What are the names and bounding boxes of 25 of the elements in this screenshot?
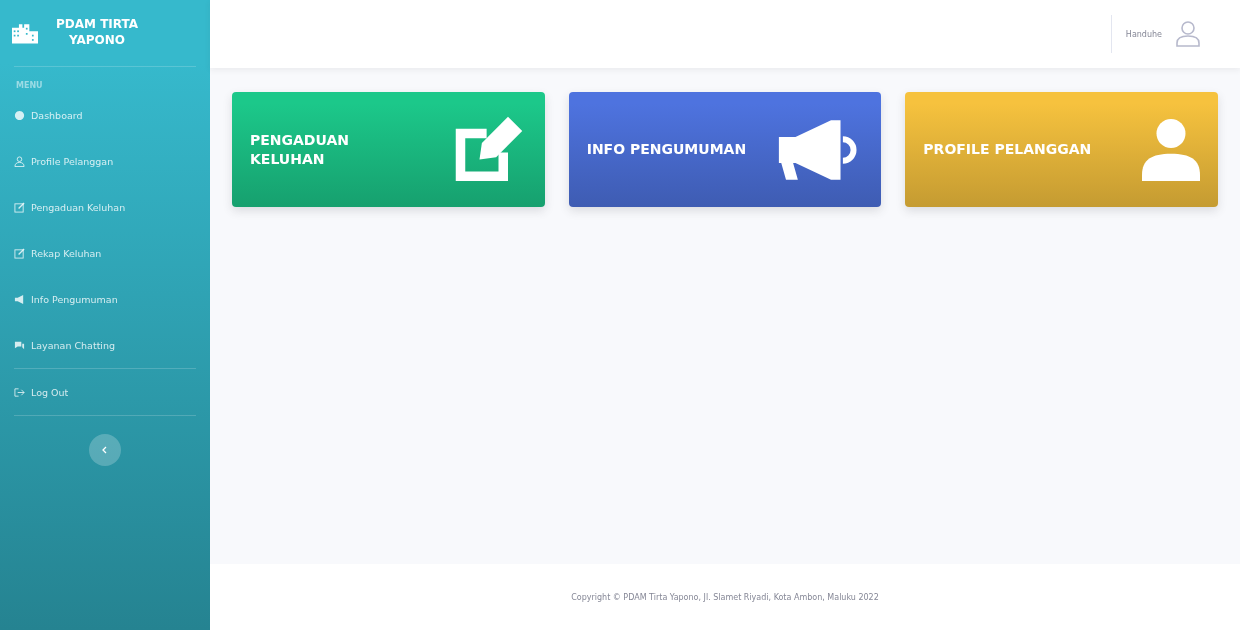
building-icon [12,22,38,44]
chat-icon [14,339,25,351]
edit-icon [14,247,25,259]
megaphone-icon [14,293,25,305]
menu-card[interactable]: INFO PENGUMUMAN [568,92,882,207]
user-name[interactable]: Handuhe [1125,29,1162,39]
logout-link[interactable]: Log Out [0,369,210,415]
user-icon [1142,117,1200,182]
copyright-text: Copyright © PDAM Tirta Yapono, Jl. Slamet Riyadi, Kota Ambon, Maluku 2022 [571,592,879,602]
sidebar-toggle-button[interactable] [89,434,121,466]
sidebar-heading: MENU [15,80,44,92]
brand-title: PDAM TIRTA YAPONO [54,17,140,49]
logout-icon [14,386,25,398]
user-icon[interactable] [1176,21,1200,47]
menu-card[interactable]: PENGADUAN KELUHAN [232,92,545,207]
chevron-left-icon [101,446,109,454]
edit-icon [14,201,25,213]
sidebar-item[interactable]: Profile Pelanggan [0,138,210,184]
sidebar-item[interactable]: Dashboard [0,92,210,138]
sidebar-item[interactable]: Info Pengumuman [0,276,210,322]
sidebar-item[interactable]: Pengaduan Keluhan [0,184,210,230]
sidebar-item[interactable]: Layanan Chatting [0,322,210,368]
menu-card[interactable]: PROFILE PELANGGAN [905,92,1218,207]
user-icon [14,155,25,167]
sidebar-item[interactable]: Rekap Keluhan [0,230,210,276]
